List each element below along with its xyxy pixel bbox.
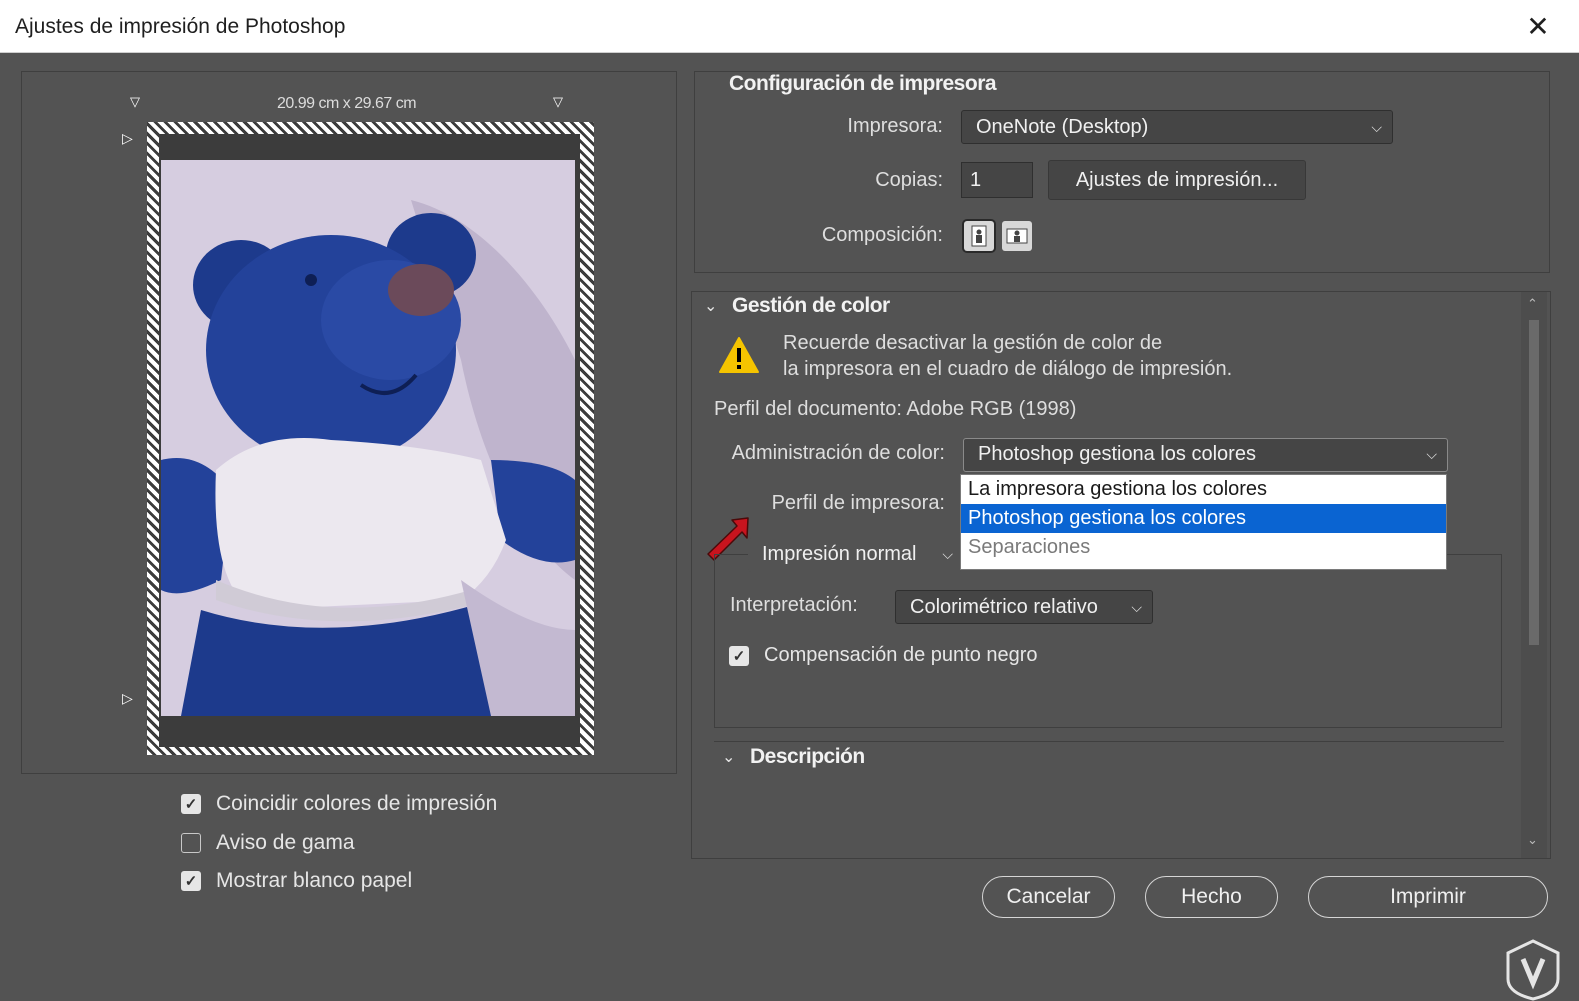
- color-management-title: Gestión de color: [732, 294, 890, 317]
- scrollbar[interactable]: ⌃ ⌄: [1521, 292, 1547, 858]
- printer-label: Impresora:: [847, 115, 943, 137]
- printable-area: [159, 134, 580, 747]
- match-print-colors-checkbox[interactable]: ✓: [181, 794, 201, 814]
- left-top-marker-icon[interactable]: ▷: [122, 130, 133, 147]
- color-handling-dropdown-list: La impresora gestiona los colores Photos…: [960, 474, 1447, 570]
- document-profile: Perfil del documento: Adobe RGB (1998): [714, 398, 1077, 420]
- layout-label: Composición:: [821, 224, 943, 246]
- chevron-down-icon: ⌵: [942, 546, 953, 562]
- top-left-marker-icon[interactable]: ▽: [130, 94, 140, 110]
- page-dimensions: 20.99 cm x 29.67 cm: [277, 95, 417, 112]
- color-handling-label: Administración de color:: [731, 442, 945, 464]
- done-button[interactable]: Hecho: [1145, 876, 1278, 918]
- rendering-intent-label: Interpretación:: [730, 594, 858, 616]
- gamut-warning-label: Aviso de gama: [216, 831, 355, 854]
- close-icon[interactable]: ✕: [1518, 8, 1558, 46]
- portrait-layout-icon[interactable]: [964, 221, 994, 251]
- dropdown-option-separations[interactable]: Separaciones: [961, 533, 1446, 562]
- print-button[interactable]: Imprimir: [1308, 876, 1548, 918]
- color-handling-select[interactable]: Photoshop gestiona los colores ⌵: [963, 438, 1448, 472]
- scroll-up-icon[interactable]: ⌃: [1527, 296, 1538, 312]
- warning-line-1: Recuerde desactivar la gestión de color …: [783, 332, 1163, 354]
- print-mode-select[interactable]: Impresión normal ⌵: [748, 538, 963, 572]
- black-point-compensation-row[interactable]: ✓ Compensación de punto negro: [729, 644, 1038, 667]
- scrollbar-thumb[interactable]: [1529, 320, 1539, 645]
- title-bar: Ajustes de impresión de Photoshop ✕: [0, 0, 1579, 53]
- warning-message: Recuerde desactivar la gestión de color …: [783, 330, 1232, 382]
- landscape-layout-icon[interactable]: [1002, 221, 1032, 251]
- printer-setup-title: Configuración de impresora: [729, 72, 997, 95]
- top-right-marker-icon[interactable]: ▽: [553, 94, 563, 110]
- warning-icon: [719, 337, 759, 373]
- gamut-warning-row[interactable]: Aviso de gama: [181, 829, 355, 857]
- color-management-panel: ⌄ Gestión de color Recuerde desactivar l…: [691, 291, 1551, 859]
- copies-label: Copias:: [875, 169, 943, 191]
- collapse-chevron-icon[interactable]: ⌄: [704, 296, 717, 316]
- match-print-colors-label: Coincidir colores de impresión: [216, 792, 498, 815]
- chevron-down-icon: ⌵: [1426, 446, 1437, 462]
- site-logo-icon: [1506, 939, 1560, 1001]
- black-point-compensation-label: Compensación de punto negro: [764, 644, 1038, 666]
- print-mode-value: Impresión normal: [762, 543, 917, 565]
- rendering-intent-select[interactable]: Colorimétrico relativo ⌵: [895, 590, 1153, 624]
- cancel-button[interactable]: Cancelar: [982, 876, 1115, 918]
- dropdown-option-photoshop-manages[interactable]: Photoshop gestiona los colores: [961, 504, 1446, 533]
- collapse-chevron-icon[interactable]: ⌄: [722, 747, 735, 767]
- paper-preview[interactable]: [147, 122, 594, 755]
- dropdown-option-printer-manages[interactable]: La impresora gestiona los colores: [961, 475, 1446, 504]
- scroll-down-icon[interactable]: ⌄: [1527, 832, 1538, 848]
- show-paper-white-checkbox[interactable]: ✓: [181, 871, 201, 891]
- print-preview-panel: ▽ ▽ 20.99 cm x 29.67 cm ▷ ▷: [21, 71, 677, 774]
- black-point-compensation-checkbox[interactable]: ✓: [729, 645, 749, 666]
- printer-select-value: OneNote (Desktop): [976, 116, 1149, 138]
- printer-setup-panel: Configuración de impresora Impresora: On…: [694, 71, 1550, 273]
- show-paper-white-row[interactable]: ✓ Mostrar blanco papel: [181, 867, 412, 895]
- color-handling-value: Photoshop gestiona los colores: [978, 443, 1256, 465]
- gamut-warning-checkbox[interactable]: [181, 833, 201, 853]
- chevron-down-icon: ⌵: [1131, 599, 1142, 615]
- teddy-bear-image: [161, 160, 575, 716]
- copies-input[interactable]: 1: [961, 162, 1033, 198]
- chevron-down-icon: ⌵: [1371, 119, 1382, 135]
- printer-profile-label: Perfil de impresora:: [771, 492, 945, 514]
- show-paper-white-label: Mostrar blanco papel: [216, 869, 413, 892]
- match-print-colors-row[interactable]: ✓ Coincidir colores de impresión: [181, 790, 497, 818]
- description-title: Descripción: [750, 745, 865, 768]
- window-title: Ajustes de impresión de Photoshop: [15, 15, 346, 38]
- print-options-box: [714, 554, 1502, 728]
- left-bottom-marker-icon[interactable]: ▷: [122, 690, 133, 707]
- warning-line-2: la impresora en el cuadro de diálogo de …: [783, 358, 1233, 380]
- section-divider: [714, 741, 1504, 742]
- print-settings-button[interactable]: Ajustes de impresión...: [1048, 160, 1306, 200]
- rendering-intent-value: Colorimétrico relativo: [910, 596, 1098, 618]
- printer-select[interactable]: OneNote (Desktop) ⌵: [961, 110, 1393, 144]
